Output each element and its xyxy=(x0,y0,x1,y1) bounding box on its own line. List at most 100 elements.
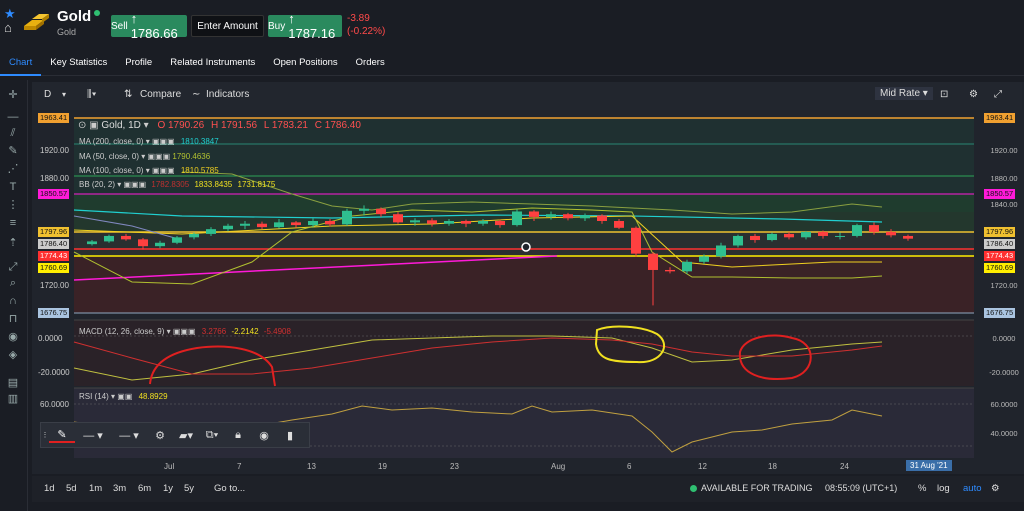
chart-settings-icon[interactable]: ⊙ ▣ xyxy=(78,120,99,131)
candle-body xyxy=(733,235,743,246)
log-toggle[interactable]: log xyxy=(937,483,950,494)
line-width-select[interactable]: — ▾ xyxy=(111,429,147,442)
settings-icon[interactable]: ⚙ xyxy=(147,429,173,442)
tab-key-statistics[interactable]: Key Statistics xyxy=(41,50,116,76)
macd-axis-left: 0.0000 xyxy=(38,334,63,343)
sell-button[interactable]: Sell ↑ 1786.66 xyxy=(111,11,187,41)
candle-body xyxy=(257,223,267,228)
candle-body xyxy=(410,220,420,223)
period-dropdown-icon[interactable]: ▾ xyxy=(62,90,66,99)
long-position-icon[interactable]: ⇡ xyxy=(6,236,20,250)
range-5y[interactable]: 5y xyxy=(184,483,194,494)
price-chart[interactable] xyxy=(32,112,1024,462)
pattern-icon[interactable]: ≡ xyxy=(6,216,20,230)
bb-legend[interactable]: BB (20, 2) ▾ ▣▣▣ 1782.8305 1833.8435 173… xyxy=(79,180,275,189)
range-6m[interactable]: 6m xyxy=(138,483,151,494)
price-change-percent: (-0.22%) xyxy=(347,26,386,37)
fibonacci-icon[interactable]: ⋮ xyxy=(6,198,20,212)
tab-chart[interactable]: Chart xyxy=(0,50,42,76)
candle-body xyxy=(121,235,131,240)
candle-type-icon[interactable]: ⫼▾ xyxy=(87,89,96,100)
macd-legend[interactable]: MACD (12, 26, close, 9) ▾ ▣▣▣ 3.2766 -2.… xyxy=(79,327,291,336)
tab-related-instruments[interactable]: Related Instruments xyxy=(161,50,264,76)
tag-icon[interactable]: ⌂ xyxy=(4,20,12,35)
settings-gear-icon[interactable]: ⚙ xyxy=(969,89,978,100)
range-1y[interactable]: 1y xyxy=(163,483,173,494)
macd-axis-right: -20.0000 xyxy=(989,368,1019,377)
symbol-label[interactable]: Gold, 1D xyxy=(101,120,140,131)
lock-drawing-icon[interactable]: 🔒︎ xyxy=(225,429,251,442)
screenshot-icon[interactable]: ⊡ xyxy=(940,89,948,100)
candle-body xyxy=(444,220,454,224)
instrument-tabs: Chart Key Statistics Profile Related Ins… xyxy=(0,50,1024,76)
fullscreen-icon[interactable]: ⤢ xyxy=(994,89,1002,100)
price-label-high: 1963.41 xyxy=(38,113,70,123)
delete-icon[interactable]: ▥ xyxy=(6,392,20,406)
multi-line-icon[interactable]: ⫽ xyxy=(6,126,20,140)
crosshair-icon[interactable]: ✛ xyxy=(6,88,20,102)
magnet-icon[interactable]: ∩ xyxy=(6,294,20,308)
channel-icon[interactable]: ⋰ xyxy=(6,162,20,176)
clone-icon[interactable]: ⧉▾ xyxy=(199,429,225,442)
candle-body xyxy=(818,231,828,236)
rate-select[interactable]: Mid Rate ▾ xyxy=(875,87,933,100)
date-tick: 23 xyxy=(450,462,459,471)
price-label-low-band: 1760.69 xyxy=(38,263,70,273)
goto-button[interactable]: Go to... xyxy=(214,483,245,494)
template-icon[interactable]: ▰▾ xyxy=(173,429,199,442)
measure-icon[interactable]: ⤢ xyxy=(6,260,20,274)
macd-value-2: -2.2142 xyxy=(231,327,259,336)
candle-body xyxy=(291,222,301,226)
auto-toggle[interactable]: auto xyxy=(963,483,982,494)
price-label-low: 1676.75 xyxy=(38,308,70,318)
line-style-select[interactable]: — ▾ xyxy=(75,429,111,442)
date-tick: 13 xyxy=(307,462,316,471)
hide-drawing-icon[interactable]: ◉ xyxy=(251,429,277,442)
candle-body xyxy=(461,220,471,224)
lock-icon[interactable]: ⊓ xyxy=(6,312,20,326)
pencil-icon[interactable]: ✎ xyxy=(49,428,75,443)
text-icon[interactable]: T xyxy=(6,180,20,194)
pen-icon[interactable]: ✎ xyxy=(6,144,20,158)
period-select[interactable]: D xyxy=(44,89,51,100)
magnifier-icon[interactable]: ⌕ xyxy=(6,276,20,290)
range-3m[interactable]: 3m xyxy=(113,483,126,494)
date-tick: Aug xyxy=(551,462,566,471)
sell-price: ↑ 1786.66 xyxy=(130,11,178,41)
ma200-legend[interactable]: MA (200, close, 0) ▾ ▣▣▣ 1810.3847 xyxy=(79,137,219,146)
rsi-axis-right: 60.0000 xyxy=(990,400,1018,409)
range-5d[interactable]: 5d xyxy=(66,483,77,494)
enter-amount-button[interactable]: Enter Amount xyxy=(191,15,264,37)
candle-body xyxy=(903,235,913,239)
tab-open-positions[interactable]: Open Positions xyxy=(264,50,346,76)
candle-body xyxy=(648,253,658,270)
candle-body xyxy=(750,235,760,241)
rsi-legend[interactable]: RSI (14) ▾ ▣▣ 48.8929 xyxy=(79,392,168,401)
instrument-header: ★ ⌂ Gold Gold Sell ↑ 1786.66 Enter Amoun… xyxy=(0,0,1024,50)
range-1m[interactable]: 1m xyxy=(89,483,102,494)
price-label-ma: 1797.96 xyxy=(38,227,70,237)
percent-toggle[interactable]: % xyxy=(918,483,926,494)
candle-body xyxy=(206,229,216,234)
trash-icon[interactable]: ▤ xyxy=(6,376,20,390)
horizontal-line-icon[interactable]: — xyxy=(6,110,20,124)
delete-drawing-icon[interactable]: ▮ xyxy=(277,429,303,442)
ma50-legend[interactable]: MA (50, close, 0) ▾ ▣▣▣ 1790.4636 xyxy=(79,152,210,161)
compare-button[interactable]: Compare xyxy=(140,89,181,100)
candle-body xyxy=(886,231,896,236)
candle-body xyxy=(665,269,675,272)
rsi-value: 48.8929 xyxy=(138,392,168,401)
drag-handle-icon[interactable]: ⋮ xyxy=(41,431,49,439)
layers-icon[interactable]: ◈ xyxy=(6,348,20,362)
indicators-button[interactable]: Indicators xyxy=(206,89,249,100)
tab-profile[interactable]: Profile xyxy=(116,50,161,76)
visibility-icon[interactable]: ◉ xyxy=(6,330,20,344)
price-label-support: 1774.43 xyxy=(38,251,70,261)
chart-settings-gear-icon[interactable]: ⚙ xyxy=(991,483,1000,494)
ma100-legend[interactable]: MA (100, close, 0) ▾ ▣▣▣ 1810.5785 xyxy=(79,166,219,175)
price-label-support-right: 1774.43 xyxy=(984,251,1016,261)
bb-value-2: 1833.8435 xyxy=(194,180,233,189)
range-1d[interactable]: 1d xyxy=(44,483,55,494)
tab-orders[interactable]: Orders xyxy=(347,50,394,76)
buy-button[interactable]: Buy ↑ 1787.16 xyxy=(268,11,342,41)
